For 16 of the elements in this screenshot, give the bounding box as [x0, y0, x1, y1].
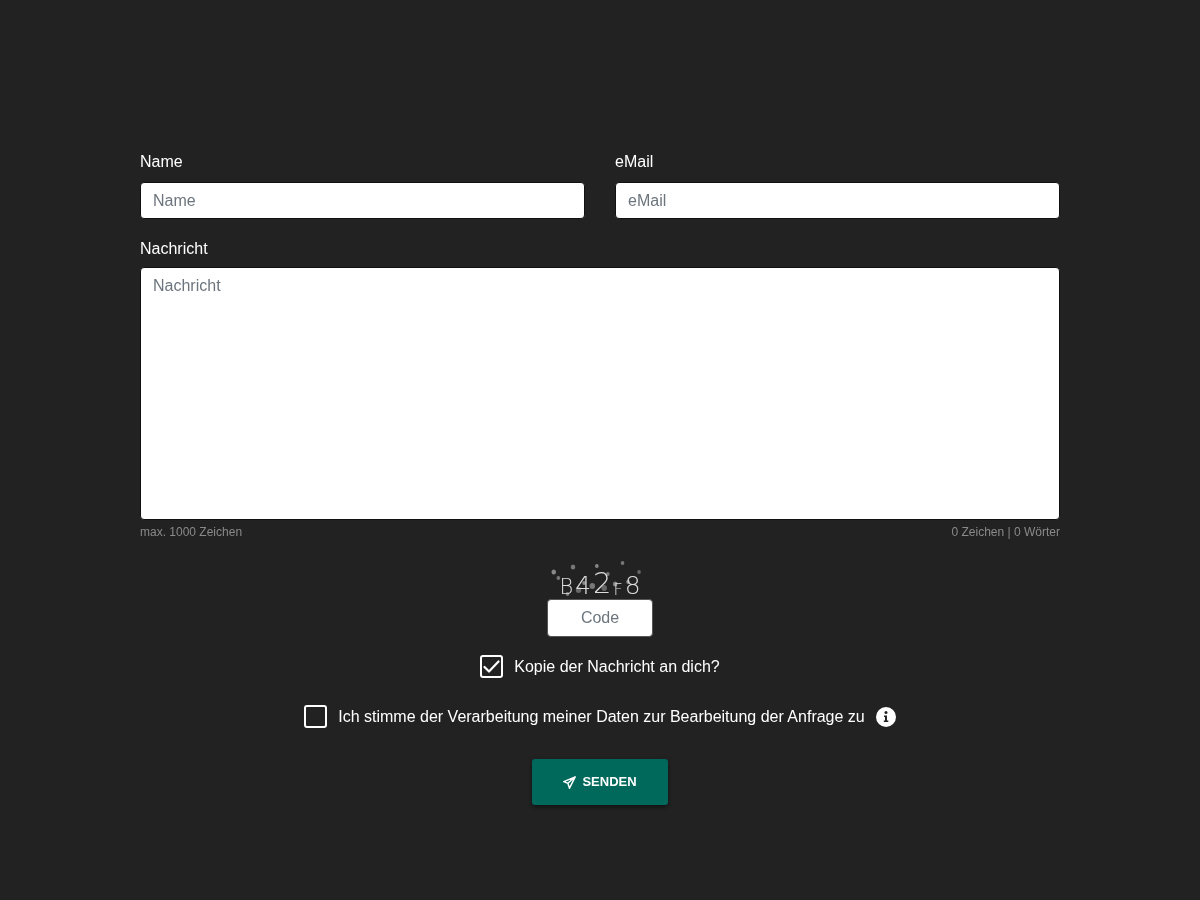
character-counter: 0 Zeichen | 0 Wörter — [951, 524, 1060, 540]
checkbox[interactable] — [480, 655, 504, 678]
text-input-field[interactable]: eMail — [615, 182, 1060, 219]
checkbox[interactable] — [304, 705, 328, 728]
hint-text: max. 1000 Zeichen — [140, 524, 243, 540]
checkbox-label[interactable]: Kopie der Nachricht an dich? — [514, 656, 720, 677]
info-icon[interactable] — [875, 706, 896, 727]
field-label: eMail — [615, 152, 654, 172]
captcha-code-field[interactable]: Code — [547, 599, 653, 637]
checkbox-label[interactable]: Ich stimme der Verarbeitung meiner Daten zur Bearbeitung der Anfrage zu — [338, 706, 865, 727]
message-textarea[interactable]: Nachricht — [140, 267, 1060, 520]
field-label: Nachricht — [140, 239, 208, 259]
field-label: Name — [140, 152, 183, 172]
send-button[interactable]: SENDEN — [532, 759, 668, 805]
paper-plane-icon — [563, 775, 577, 789]
text-input-field[interactable]: Name — [140, 182, 585, 219]
